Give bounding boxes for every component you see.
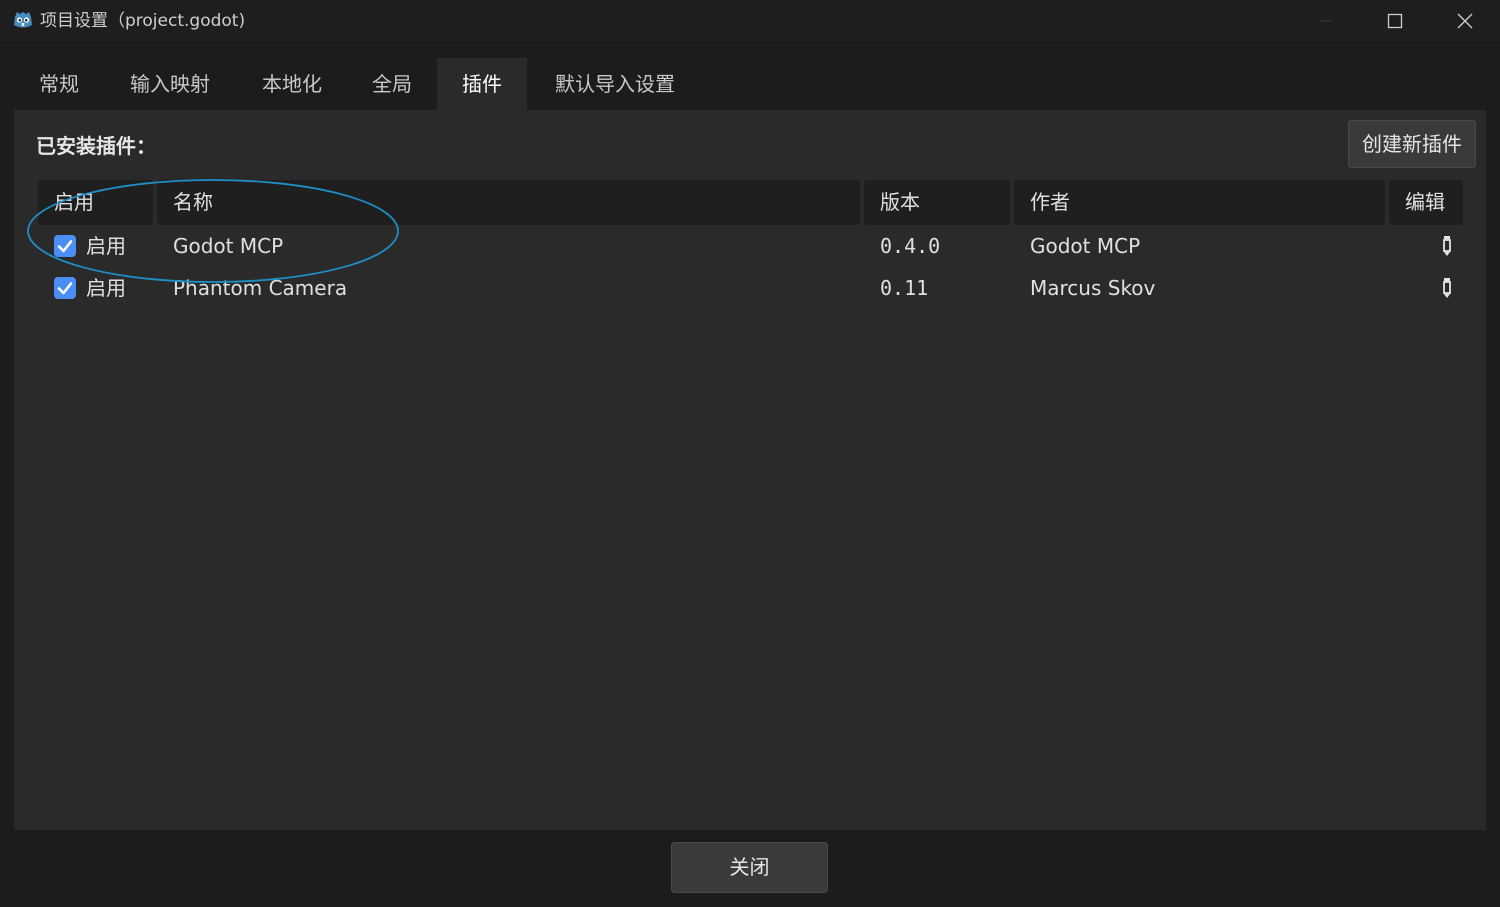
minimize-icon (1319, 20, 1331, 22)
column-header-name[interactable]: 名称 (157, 180, 860, 225)
tab-plugins[interactable]: 插件 (437, 58, 527, 110)
tab-localization[interactable]: 本地化 (242, 58, 342, 110)
checkmark-icon (57, 240, 73, 253)
plugin-author: Marcus Skov (1030, 276, 1156, 300)
plugins-panel: 已安装插件： 创建新插件 启用 名称 版本 作者 编辑 启用 Godot MCP… (14, 110, 1486, 830)
enable-label: 启用 (86, 234, 126, 258)
plugin-author: Godot MCP (1030, 234, 1141, 258)
pencil-icon[interactable] (1441, 235, 1453, 257)
column-header-edit[interactable]: 编辑 (1389, 180, 1463, 225)
tab-globals[interactable]: 全局 (354, 58, 430, 110)
installed-plugins-heading: 已安装插件： (36, 134, 156, 158)
checkmark-icon (57, 282, 73, 295)
table-row: 启用 Phantom Camera 0.11 Marcus Skov (36, 267, 1466, 309)
tab-general[interactable]: 常规 (14, 58, 104, 110)
close-icon (1457, 13, 1473, 29)
godot-icon (14, 12, 32, 28)
enable-checkbox[interactable] (54, 235, 76, 257)
column-header-enable[interactable]: 启用 (38, 180, 153, 225)
plugin-version: 0.4.0 (880, 234, 941, 258)
maximize-icon (1387, 13, 1403, 29)
minimize-button[interactable] (1290, 0, 1360, 42)
column-header-version[interactable]: 版本 (864, 180, 1010, 225)
tab-import-defaults[interactable]: 默认导入设置 (540, 58, 690, 110)
pencil-icon[interactable] (1441, 277, 1453, 299)
settings-tabs: 常规 输入映射 本地化 全局 插件 默认导入设置 (14, 58, 1486, 110)
plugin-version: 0.11 (880, 276, 929, 300)
enable-checkbox[interactable] (54, 277, 76, 299)
tab-input-map[interactable]: 输入映射 (110, 58, 230, 110)
create-plugin-button[interactable]: 创建新插件 (1348, 120, 1476, 168)
enable-label: 启用 (86, 276, 126, 300)
maximize-button[interactable] (1360, 0, 1430, 42)
table-row: 启用 Godot MCP 0.4.0 Godot MCP (36, 225, 1466, 267)
window-close-button[interactable] (1430, 0, 1500, 42)
column-header-author[interactable]: 作者 (1014, 180, 1385, 225)
plugin-name: Godot MCP (173, 234, 284, 258)
title-bar: 项目设置（project.godot) (0, 0, 1500, 42)
plugin-name: Phantom Camera (173, 276, 348, 300)
close-button[interactable]: 关闭 (671, 842, 828, 893)
window-title: 项目设置（project.godot) (40, 11, 246, 31)
